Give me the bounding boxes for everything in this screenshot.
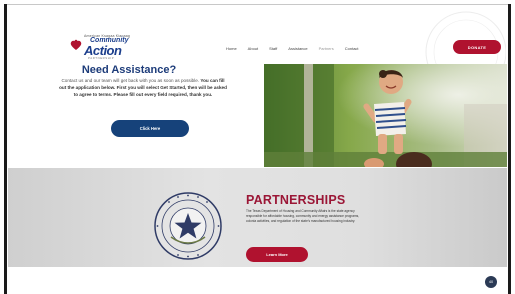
nav-item-contact[interactable]: Contact	[345, 46, 359, 51]
community-action-logo[interactable]: American Ksagaa Kianaag Community Action…	[70, 33, 140, 60]
frame-right-edge	[508, 4, 511, 294]
partnerships-description: The Texas Department of Housing and Comm…	[246, 209, 360, 224]
texas-housing-seal-icon	[154, 192, 222, 260]
nav-item-assistance[interactable]: Assistance	[288, 46, 307, 51]
frame-top-edge	[4, 4, 511, 5]
need-assistance-text: Contact us and our team will get back wi…	[58, 77, 228, 98]
nav-item-home[interactable]: Home	[226, 46, 237, 51]
learn-more-button[interactable]: Learn More	[246, 247, 308, 262]
website-screenshot: American Ksagaa Kianaag Community Action…	[8, 6, 507, 294]
nav-item-about[interactable]: About	[248, 46, 258, 51]
page-number-badge: 40	[485, 276, 497, 288]
need-assistance-heading: Need Assistance?	[81, 64, 177, 76]
main-navigation: Home About Staff Assistance Partners Con…	[226, 46, 370, 51]
donate-button[interactable]: DONATE	[453, 40, 501, 54]
partnerships-heading: PARTNERSHIPS	[246, 193, 346, 207]
heart-logo-icon	[70, 39, 82, 50]
nav-item-staff[interactable]: Staff	[269, 46, 277, 51]
logo-subtitle: PARTNERSHIP	[88, 56, 115, 60]
assistance-plain-text: Contact us and our team will get back wi…	[61, 78, 200, 83]
frame-left-edge	[4, 4, 7, 294]
click-here-button[interactable]: Click Here	[111, 120, 189, 137]
nav-item-partners[interactable]: Partners	[319, 46, 334, 51]
hero-photo-child-playing	[264, 64, 507, 167]
